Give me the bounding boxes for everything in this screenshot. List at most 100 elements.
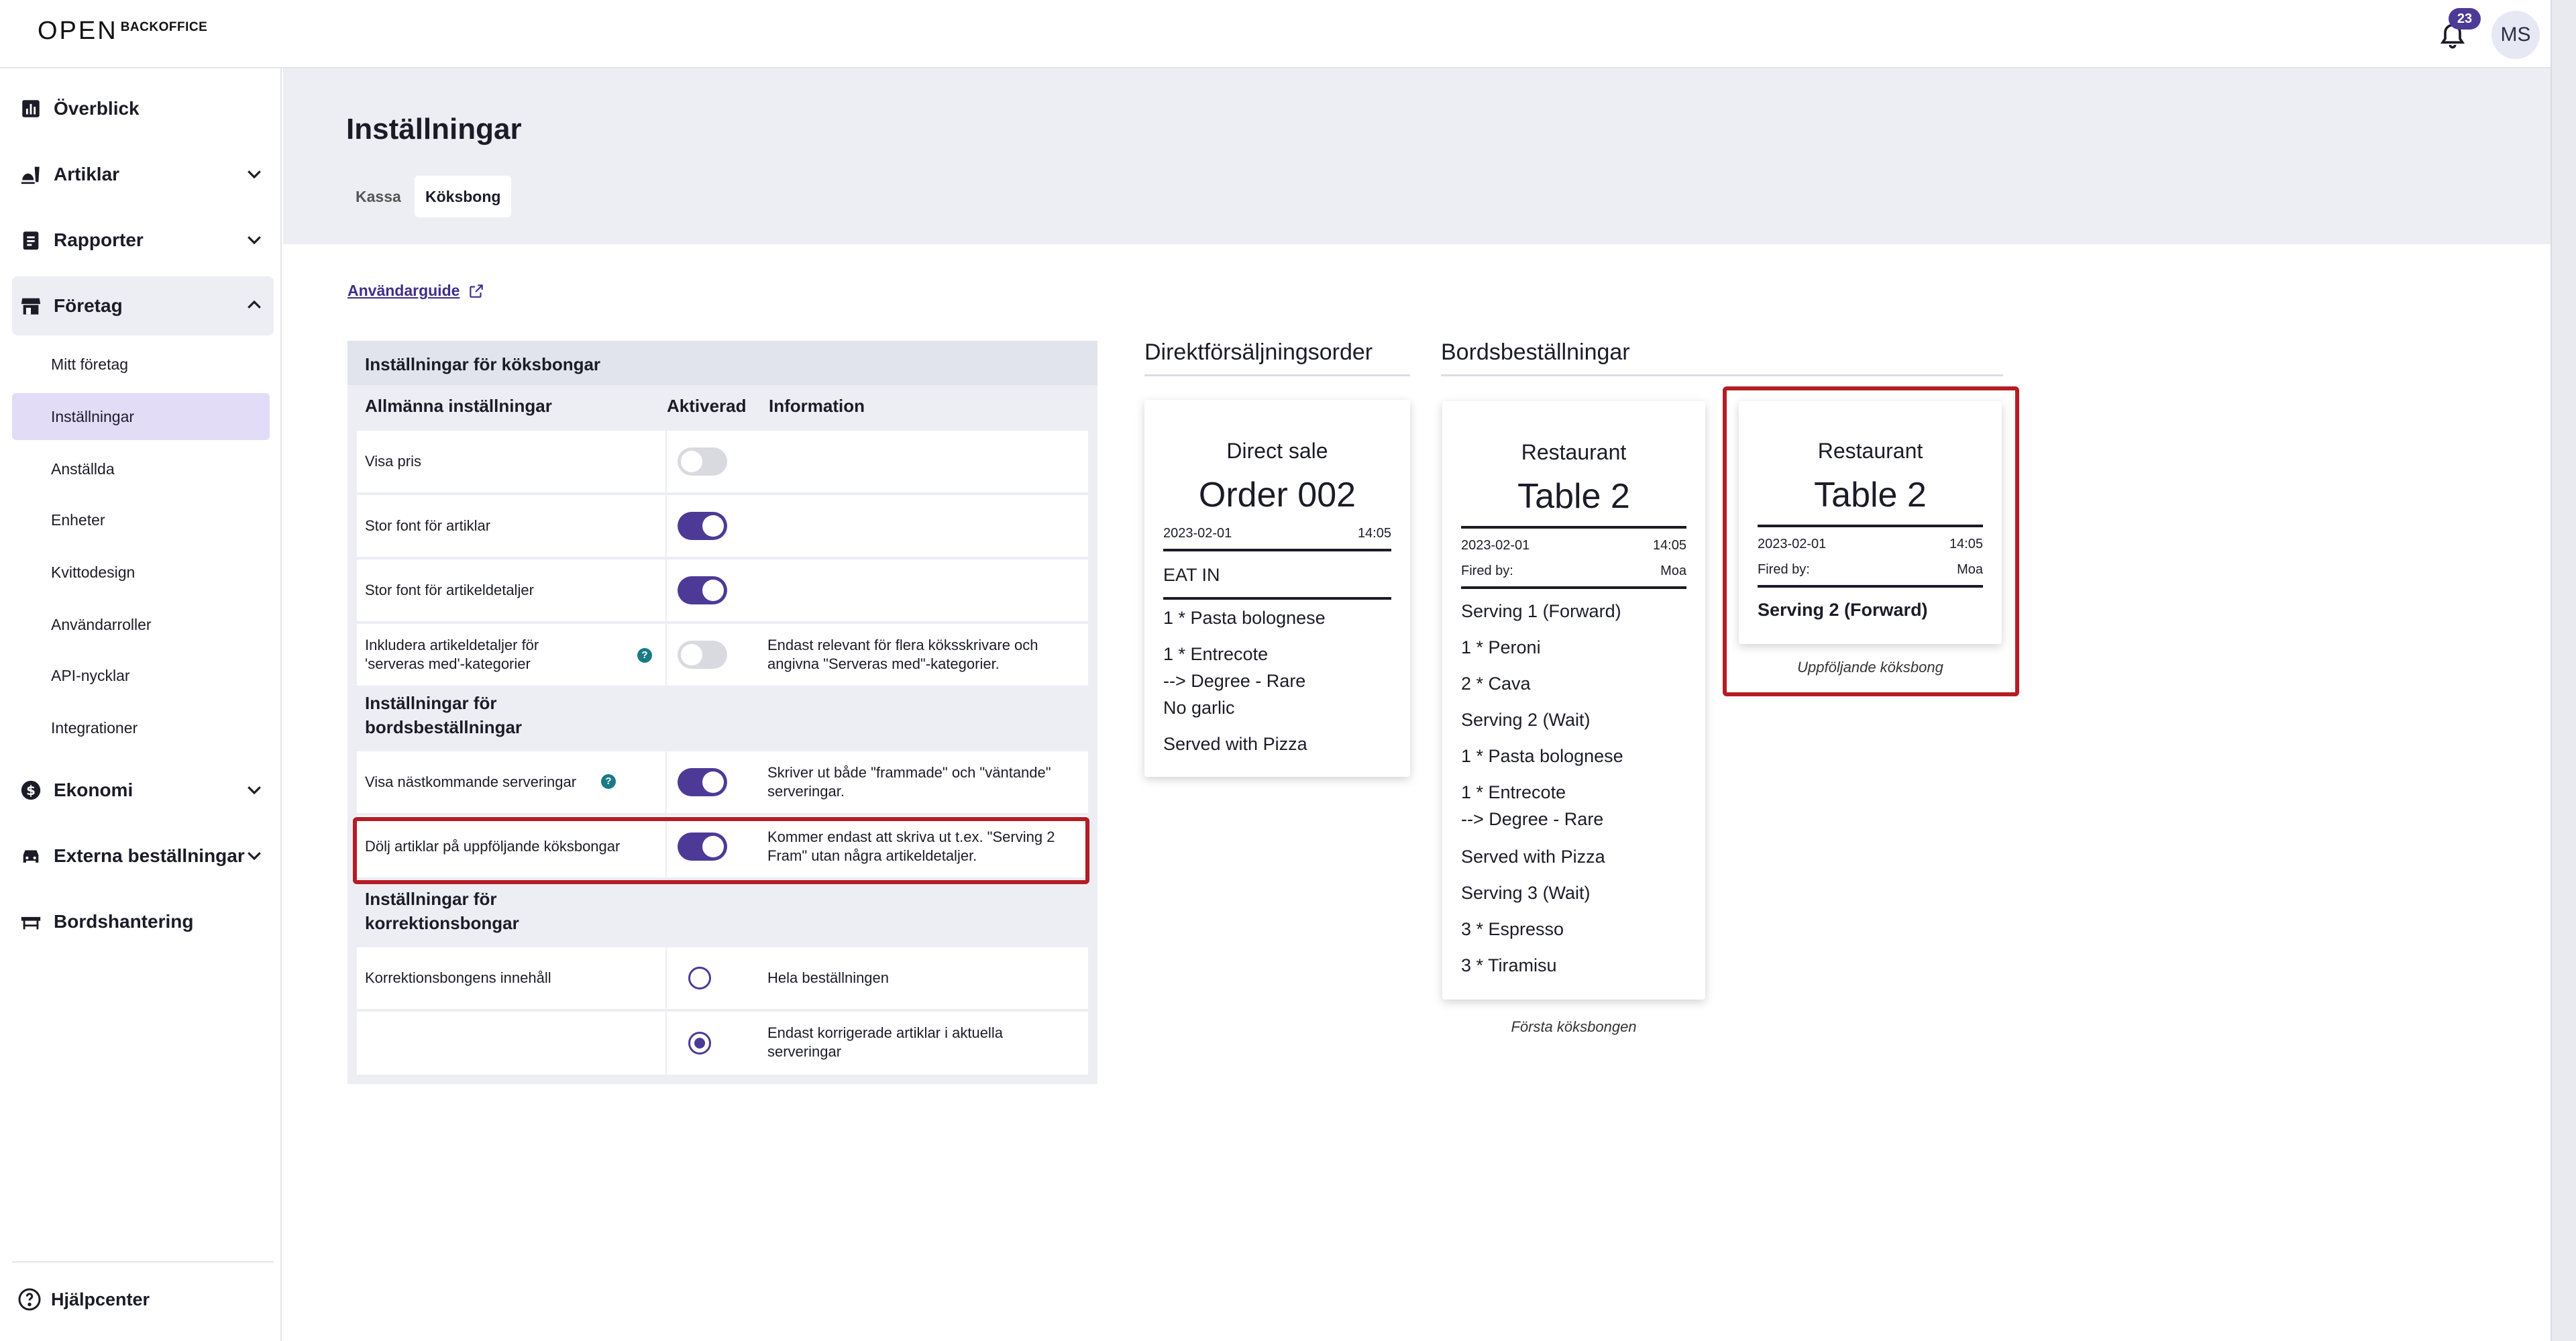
toggle-knob <box>681 644 702 665</box>
section-title-line: korrektionsbongar <box>365 913 519 933</box>
help-center-label: Hjälpcenter <box>51 1289 150 1309</box>
title-underline <box>1144 374 1410 376</box>
column-header-general: Allmänna inställningar <box>365 396 552 416</box>
receipt-line: 1 * Entrecote <box>1461 782 1566 802</box>
receipt-mode: EAT IN <box>1163 565 1220 585</box>
receipt-line: No garlic <box>1163 698 1235 718</box>
setting-info: Endast relevant för flera köksskrivare o… <box>767 636 1038 674</box>
receipt-line: 1 * Entrecote <box>1163 644 1269 664</box>
receipt-title: Table 2 <box>1517 477 1630 516</box>
receipt-divider <box>1461 586 1686 589</box>
help-center-link[interactable]: Hjälpcenter <box>12 1276 150 1323</box>
receipt-fired-by: Moa <box>1660 564 1686 578</box>
receipt-line: 3 * Espresso <box>1461 919 1564 939</box>
setting-info-line: angivna "Serveras med"-kategorier. <box>767 655 1000 672</box>
setting-label: Stor font för artiklar <box>365 517 491 534</box>
receipt-line: Serving 1 (Forward) <box>1461 601 1621 621</box>
logo-mark: OPEN <box>38 17 118 45</box>
setting-row-correction-content: Korrektionsbongens innehåll Hela beställ… <box>357 947 1088 1009</box>
sidebar-sub-label: API-nycklar <box>51 666 130 684</box>
setting-info-line: Endast relevant för flera köksskrivare o… <box>767 637 1038 653</box>
sidebar-sub-label: Användarroller <box>51 615 152 633</box>
external-link-icon <box>470 284 484 298</box>
receipt-divider <box>1163 597 1391 600</box>
help-icon[interactable]: ? <box>601 774 616 789</box>
table-icon <box>17 908 44 935</box>
large-font-details-toggle[interactable] <box>678 576 727 604</box>
setting-label-line: 'serveras med'-kategorier <box>365 655 531 672</box>
help-icon[interactable]: ? <box>637 648 652 663</box>
sidebar-item-external-orders[interactable]: Externa beställningar <box>12 826 274 886</box>
column-separator <box>665 624 667 686</box>
sidebar-item-label: Artiklar <box>54 164 120 184</box>
sidebar-sub-label: Enheter <box>51 511 105 529</box>
sidebar-sub-label: Kvittodesign <box>51 563 136 581</box>
sidebar-item-label: Externa beställningar <box>54 845 245 866</box>
sidebar-sub-integrations[interactable]: Integrationer <box>12 704 270 751</box>
show-price-toggle[interactable] <box>678 447 727 476</box>
dollar-icon: $ <box>17 777 44 804</box>
setting-info-line: Endast korrigerade artiklar i aktuella <box>767 1024 1003 1041</box>
sidebar-sub-api-keys[interactable]: API-nycklar <box>12 652 270 699</box>
sidebar-item-table-management[interactable]: Bordshantering <box>12 892 274 951</box>
user-guide-link[interactable]: Användarguide <box>347 282 485 300</box>
notification-count-badge: 23 <box>2449 8 2481 30</box>
setting-info: Skriver ut både "frammade" och "väntande… <box>767 763 1051 801</box>
toggle-knob <box>702 515 724 537</box>
sidebar-sub-receipt-design[interactable]: Kvittodesign <box>12 549 270 596</box>
receipt-first-ticket: Restaurant Table 2 2023-02-01 14:05 Fire… <box>1442 401 1705 1000</box>
sidebar-item-overview[interactable]: Överblick <box>12 79 274 138</box>
highlight-frame <box>353 817 1089 884</box>
direct-sale-title: Direktförsäljningsorder <box>1144 339 1373 365</box>
page-title: Inställningar <box>346 113 522 146</box>
column-separator <box>665 495 667 557</box>
setting-info-line: serveringar <box>767 1043 842 1060</box>
sidebar-item-company[interactable]: Företag <box>12 276 274 335</box>
correction-whole-order-radio[interactable] <box>688 967 711 989</box>
window-edge <box>2551 0 2576 1341</box>
receipt-line: 1 * Pasta bolognese <box>1461 746 1623 766</box>
sidebar-item-label: Rapporter <box>54 229 144 250</box>
top-bar: OPEN BACKOFFICE 23 MS <box>0 0 2551 68</box>
receipt-date: 2023-02-01 <box>1163 526 1232 541</box>
section-title-correction: Inställningar för korrektionsbongar <box>365 887 519 935</box>
setting-label: Korrektionsbongens innehåll <box>365 969 551 986</box>
table-orders-title: Bordsbeställningar <box>1441 339 1630 365</box>
sidebar-item-label: Bordshantering <box>54 911 194 932</box>
sidebar-sub-settings[interactable]: Inställningar <box>12 393 270 440</box>
sidebar-sub-units[interactable]: Enheter <box>12 496 270 543</box>
receipt-line: 1 * Pasta bolognese <box>1163 608 1326 628</box>
setting-label: Inkludera artikeldetaljer för 'serveras … <box>365 636 539 674</box>
user-avatar[interactable]: MS <box>2491 11 2540 59</box>
sidebar-item-label: Överblick <box>54 98 140 119</box>
setting-label: Visa nästkommande serveringar <box>365 773 577 790</box>
sidebar-item-articles[interactable]: Artiklar <box>12 145 274 204</box>
kitchen-ticket-settings: Inställningar för köksbongar Allmänna in… <box>347 341 1097 1084</box>
tab-koksbong[interactable]: Köksbong <box>415 176 512 217</box>
sidebar-item-reports[interactable]: Rapporter <box>12 211 274 270</box>
food-icon <box>17 161 44 188</box>
column-header-info: Information <box>769 396 865 416</box>
sidebar-item-economy[interactable]: $ Ekonomi <box>12 761 274 820</box>
logo[interactable]: OPEN BACKOFFICE <box>38 17 207 44</box>
show-next-servings-toggle[interactable] <box>678 768 727 796</box>
setting-label-line: Inkludera artikeldetaljer för <box>365 637 539 653</box>
chevron-down-icon <box>248 170 261 179</box>
correction-corrected-items-radio[interactable] <box>688 1032 711 1055</box>
column-separator <box>665 751 667 813</box>
highlight-frame <box>1723 386 2019 696</box>
large-font-items-toggle[interactable] <box>678 512 727 540</box>
receipt-time: 14:05 <box>1652 538 1686 553</box>
include-details-toggle[interactable] <box>678 641 727 669</box>
svg-text:$: $ <box>26 783 36 798</box>
receipt-divider <box>1163 549 1391 551</box>
user-guide-label: Användarguide <box>347 282 460 299</box>
tab-kassa[interactable]: Kassa <box>345 176 412 217</box>
sidebar-sub-label: Integrationer <box>51 718 138 737</box>
setting-row-large-font-items: Stor font för artiklar <box>357 495 1088 557</box>
sidebar-sub-user-roles[interactable]: Användarroller <box>12 601 270 648</box>
sidebar-sub-employees[interactable]: Anställda <box>12 445 270 492</box>
page-header: Inställningar Kassa Köksbong <box>283 68 2551 244</box>
sidebar-sub-my-company[interactable]: Mitt företag <box>12 341 270 388</box>
toggle-knob <box>702 771 724 793</box>
